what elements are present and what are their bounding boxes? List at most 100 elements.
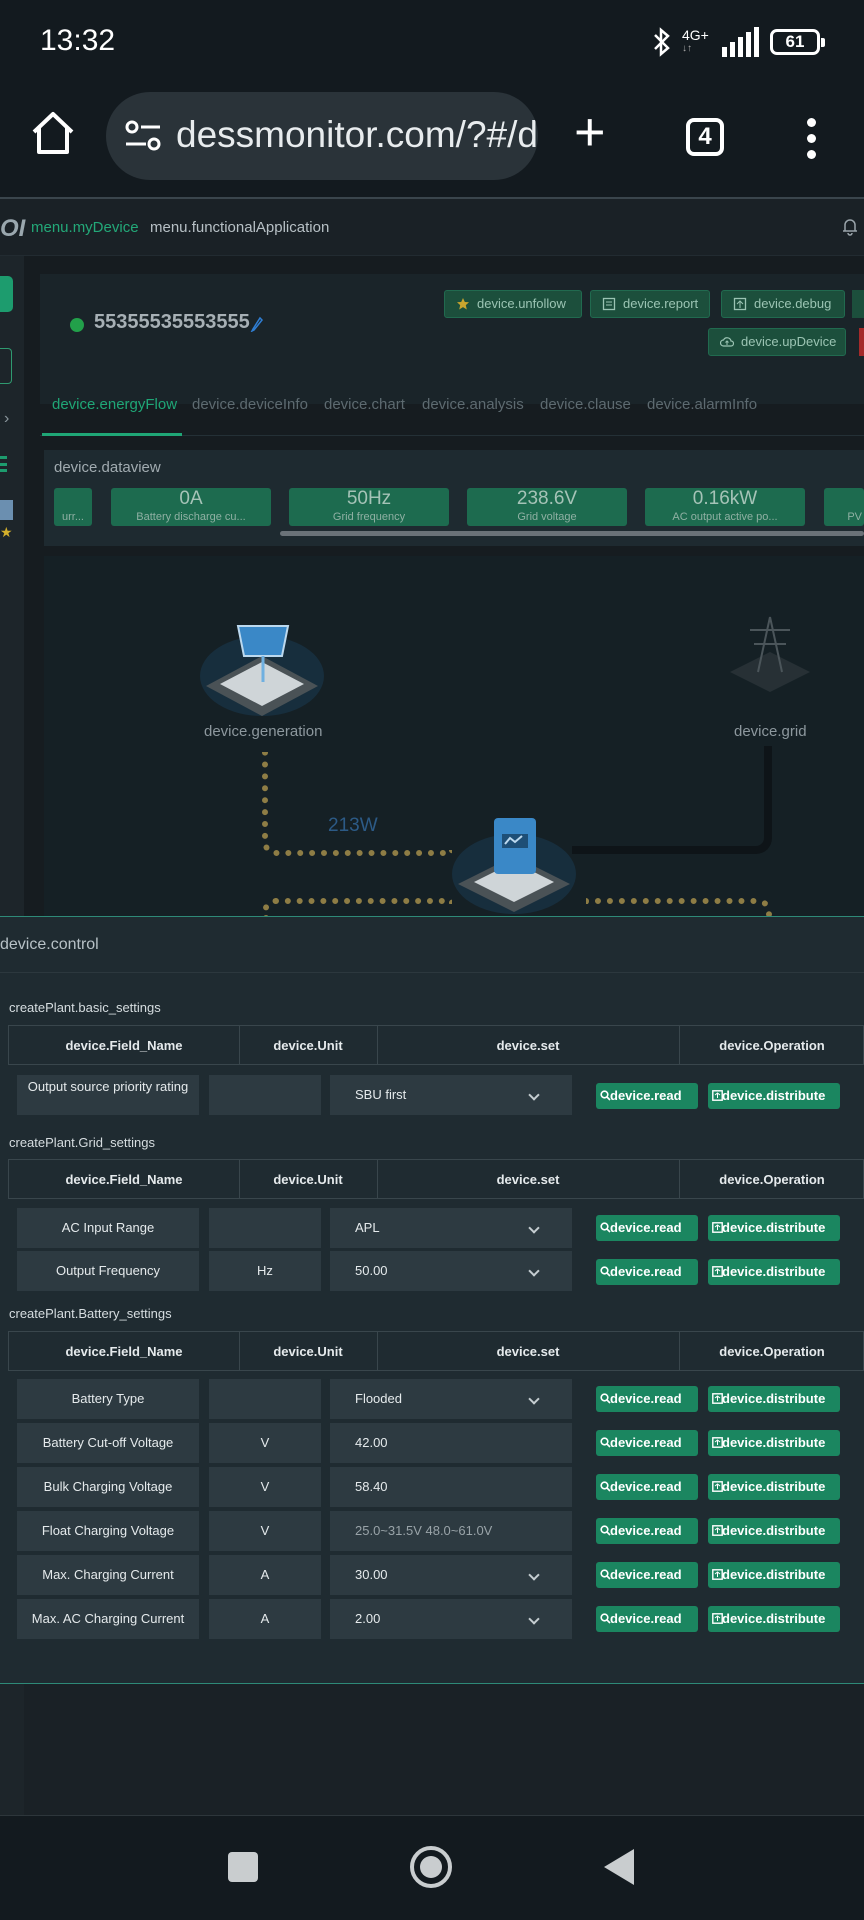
menu-functional-application[interactable]: menu.functionalApplication <box>150 219 329 236</box>
output-priority-select[interactable]: SBU first <box>330 1075 572 1115</box>
chevron-right-icon[interactable]: › <box>4 410 9 428</box>
tab-device-info[interactable]: device.deviceInfo <box>192 396 308 413</box>
new-tab-button[interactable]: + <box>574 105 606 159</box>
address-bar[interactable]: dessmonitor.com/?#/d <box>106 92 538 180</box>
search-icon <box>600 1569 611 1580</box>
more-menu-icon[interactable] <box>804 118 818 159</box>
dataview-card[interactable]: 238.6V Grid voltage <box>467 488 627 526</box>
dataview-card-partial[interactable]: urr... <box>54 488 92 526</box>
select-value: 30.00 <box>355 1567 388 1582</box>
max-charging-current-select[interactable]: 30.00 <box>330 1555 572 1595</box>
dataview-card-partial[interactable]: PV <box>824 488 864 526</box>
site-settings-icon[interactable] <box>124 118 164 154</box>
bulk-voltage-input[interactable]: 58.40 <box>330 1467 572 1507</box>
star-icon <box>457 298 469 310</box>
distribute-button[interactable]: device.distribute <box>708 1518 840 1544</box>
generation-label: device.generation <box>204 723 323 740</box>
sidebar-add-button[interactable] <box>0 276 13 312</box>
clock: 13:32 <box>40 24 116 57</box>
distribute-button[interactable]: device.distribute <box>708 1215 840 1241</box>
device-id: 55355535553555 <box>94 311 250 333</box>
list-menu-icon[interactable] <box>0 456 7 472</box>
tab-energy-flow[interactable]: device.energyFlow <box>52 396 177 413</box>
distribute-button[interactable]: device.distribute <box>708 1474 840 1500</box>
field-name-cell: Max. Charging Current <box>17 1555 199 1595</box>
back-button[interactable] <box>604 1849 634 1885</box>
search-icon <box>600 1222 611 1233</box>
delete-button-edge[interactable] <box>859 328 864 356</box>
url-text[interactable]: dessmonitor.com/?#/d <box>176 114 538 156</box>
select-value: Flooded <box>355 1391 402 1406</box>
distribute-button[interactable]: device.distribute <box>708 1386 840 1412</box>
select-value: SBU first <box>355 1087 407 1102</box>
up-device-label: device.upDevice <box>741 334 837 349</box>
distribute-button[interactable]: device.distribute <box>708 1606 840 1632</box>
unfollow-label: device.unfollow <box>477 296 566 311</box>
search-icon <box>600 1613 611 1624</box>
header-operation: device.Operation <box>719 1172 825 1187</box>
header-field-name: device.Field_Name <box>65 1172 183 1187</box>
edit-icon[interactable] <box>250 316 264 332</box>
distribute-icon <box>712 1481 723 1492</box>
tab-switcher-button[interactable]: 4 <box>686 118 724 156</box>
read-button[interactable]: device.read <box>596 1386 698 1412</box>
read-button[interactable]: device.read <box>596 1259 698 1285</box>
home-icon[interactable] <box>28 108 78 158</box>
read-button[interactable]: device.read <box>596 1083 698 1109</box>
battery-type-select[interactable]: Flooded <box>330 1379 572 1419</box>
battery-indicator: 61 <box>770 29 825 55</box>
chevron-down-icon <box>528 1089 540 1101</box>
dataview-card-label: AC output active po... <box>672 511 778 523</box>
up-device-button[interactable]: device.upDevice <box>708 328 846 356</box>
device-thumbnail[interactable] <box>0 500 13 520</box>
cutoff-voltage-input[interactable]: 42.00 <box>330 1423 572 1463</box>
read-button[interactable]: device.read <box>596 1606 698 1632</box>
read-button[interactable]: device.read <box>596 1474 698 1500</box>
dataview-card[interactable]: 0A Battery discharge cu... <box>111 488 271 526</box>
sidebar-search-box[interactable] <box>0 348 12 384</box>
recents-button[interactable] <box>228 1852 258 1882</box>
network-type: 4G+ ↓↑ <box>682 27 709 54</box>
read-button[interactable]: device.read <box>596 1518 698 1544</box>
report-button[interactable]: device.report <box>590 290 710 318</box>
float-voltage-input[interactable]: 25.0~31.5V 48.0~61.0V <box>330 1511 572 1551</box>
dataview-card-value: 0.16kW <box>692 488 758 509</box>
output-frequency-select[interactable]: 50.00 <box>330 1251 572 1291</box>
grid-connection-line <box>572 746 772 854</box>
load-flow-line <box>586 898 772 918</box>
field-name-cell: Output source priority rating <box>17 1075 199 1115</box>
tab-alarm-info[interactable]: device.alarmInfo <box>647 396 757 413</box>
distribute-button[interactable]: device.distribute <box>708 1562 840 1588</box>
dataview-scrollbar[interactable] <box>280 531 864 536</box>
tab-chart[interactable]: device.chart <box>324 396 405 413</box>
dataview-card[interactable]: 0.16kW AC output active po... <box>645 488 805 526</box>
header-operation: device.Operation <box>719 1344 825 1359</box>
dataview-card-value: 0A <box>179 488 203 509</box>
dataview-card[interactable]: 50Hz Grid frequency <box>289 488 449 526</box>
tab-analysis[interactable]: device.analysis <box>422 396 524 413</box>
read-button[interactable]: device.read <box>596 1215 698 1241</box>
unfollow-button[interactable]: device.unfollow <box>444 290 582 318</box>
read-button[interactable]: device.read <box>596 1562 698 1588</box>
home-button[interactable] <box>410 1846 452 1888</box>
menu-my-device[interactable]: menu.myDevice <box>31 219 139 236</box>
chevron-down-icon <box>528 1265 540 1277</box>
online-status-dot <box>70 318 84 332</box>
read-button[interactable]: device.read <box>596 1430 698 1456</box>
signal-icon <box>722 27 759 57</box>
max-ac-charging-current-select[interactable]: 2.00 <box>330 1599 572 1639</box>
field-name-cell: Battery Type <box>17 1379 199 1419</box>
bell-icon[interactable] <box>842 218 858 236</box>
logo: OI <box>0 215 26 242</box>
distribute-button[interactable]: device.distribute <box>708 1430 840 1456</box>
search-icon <box>600 1437 611 1448</box>
control-title: device.control <box>0 936 99 953</box>
tab-clause[interactable]: device.clause <box>540 396 631 413</box>
debug-button[interactable]: device.debug <box>721 290 845 318</box>
header-set: device.set <box>496 1038 560 1053</box>
distribute-button[interactable]: device.distribute <box>708 1259 840 1285</box>
ac-input-range-select[interactable]: APL <box>330 1208 572 1248</box>
search-icon <box>600 1525 611 1536</box>
more-header-button[interactable] <box>852 290 864 318</box>
distribute-button[interactable]: device.distribute <box>708 1083 840 1109</box>
